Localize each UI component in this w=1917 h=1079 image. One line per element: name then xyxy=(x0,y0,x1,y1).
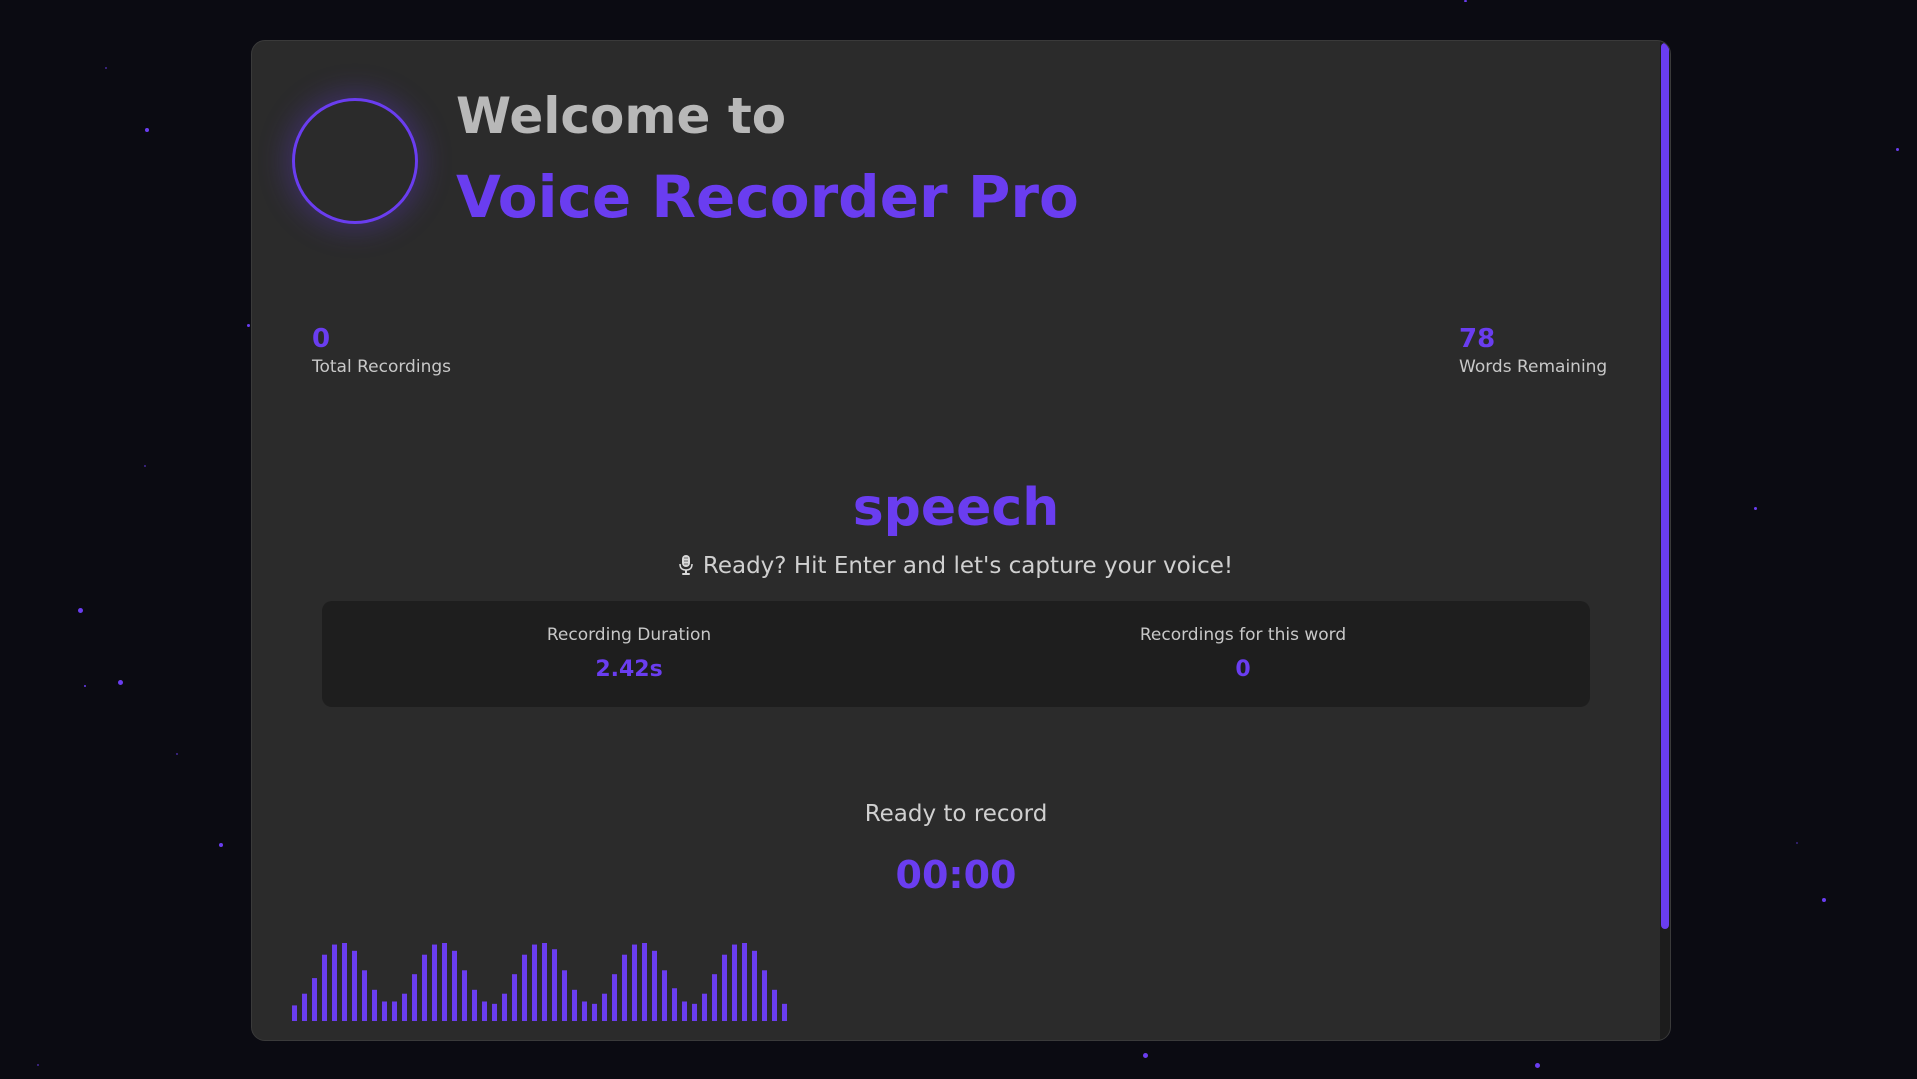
word-recordings-info: Recordings for this word 0 xyxy=(1043,623,1443,683)
particle xyxy=(84,685,86,687)
waveform-bar xyxy=(522,954,527,1021)
waveform-bar xyxy=(692,1003,697,1021)
record-prompt-text: Ready? Hit Enter and let's capture your … xyxy=(702,553,1234,579)
waveform-bar xyxy=(722,954,727,1021)
waveform-bar xyxy=(622,954,627,1021)
waveform-bar xyxy=(772,989,777,1021)
particle xyxy=(145,128,149,132)
scrollbar-thumb[interactable] xyxy=(1661,43,1669,929)
waveform-bar xyxy=(512,974,517,1021)
total-recordings-stat: 0 Total Recordings xyxy=(312,323,451,379)
waveform-bar xyxy=(572,989,577,1021)
total-recordings-label: Total Recordings xyxy=(312,357,451,377)
waveform-bar xyxy=(452,950,457,1021)
scrollbar-track[interactable] xyxy=(1660,41,1670,1040)
waveform-bar xyxy=(502,993,507,1021)
waveform-bar xyxy=(642,943,647,1021)
current-word: speech xyxy=(852,478,1060,538)
waveform-bar xyxy=(322,954,327,1021)
particle xyxy=(1896,148,1899,151)
waveform-bar xyxy=(432,944,437,1021)
words-remaining-label: Words Remaining xyxy=(1459,357,1608,377)
waveform-bar xyxy=(342,943,347,1021)
microphone-icon xyxy=(679,555,693,575)
words-remaining-stat: 78 Words Remaining xyxy=(1459,323,1607,379)
waveform-bar xyxy=(372,989,377,1021)
particle xyxy=(219,843,223,847)
ring-logo-icon xyxy=(292,98,418,224)
waveform-bar xyxy=(602,993,607,1021)
waveform-bar xyxy=(782,1003,787,1021)
waveform-bar xyxy=(552,949,557,1021)
waveform-bar xyxy=(662,970,667,1021)
waveform-bar xyxy=(332,944,337,1021)
particle xyxy=(78,608,83,613)
waveform-bar xyxy=(752,950,757,1021)
particle xyxy=(105,67,107,69)
waveform-bar xyxy=(672,988,677,1021)
waveform-bar xyxy=(462,970,467,1021)
waveform-bar xyxy=(362,970,367,1021)
particle xyxy=(118,680,123,685)
app-background: Welcome to Voice Recorder Pro 0 Total Re… xyxy=(0,0,1917,1079)
waveform-bar xyxy=(482,1001,487,1021)
waveform-bar xyxy=(312,978,317,1021)
welcome-heading: Welcome to xyxy=(456,87,787,145)
duration-info: Recording Duration 2.42s xyxy=(429,623,829,683)
waveform-bar xyxy=(562,970,567,1021)
recorder-card: Welcome to Voice Recorder Pro 0 Total Re… xyxy=(251,40,1671,1041)
particle xyxy=(247,324,250,327)
waveform-bar xyxy=(742,943,747,1021)
waveform-bar xyxy=(402,993,407,1021)
waveform-bar xyxy=(632,944,637,1021)
words-remaining-value: 78 xyxy=(1459,324,1496,354)
particle xyxy=(1796,842,1798,844)
waveform-bar xyxy=(442,943,447,1021)
particle xyxy=(37,1064,39,1066)
record-prompt: Ready? Hit Enter and let's capture your … xyxy=(252,553,1660,579)
waveform-bar xyxy=(532,944,537,1021)
duration-label: Recording Duration xyxy=(546,625,712,645)
waveform-bar xyxy=(702,993,707,1021)
waveform-bar xyxy=(352,950,357,1021)
waveform-bar xyxy=(302,993,307,1021)
waveform-bar xyxy=(592,1003,597,1021)
recording-status: Ready to record xyxy=(864,801,1048,827)
particle xyxy=(1535,1063,1540,1068)
recording-timer: 00:00 xyxy=(895,853,1017,897)
waveform-bar xyxy=(652,950,657,1021)
waveform-bar xyxy=(542,943,547,1021)
waveform-bar xyxy=(582,1001,587,1021)
waveform-bar xyxy=(412,974,417,1021)
particle xyxy=(1464,0,1467,2)
particle xyxy=(1143,1053,1148,1058)
word-recordings-value: 0 xyxy=(1235,657,1251,682)
waveform-bar xyxy=(472,989,477,1021)
audio-waveform xyxy=(292,943,787,1021)
app-title: Voice Recorder Pro xyxy=(456,163,1079,231)
waveform-bar xyxy=(292,1005,297,1021)
duration-value: 2.42s xyxy=(595,657,663,682)
particle xyxy=(1754,507,1757,510)
waveform-bar xyxy=(762,970,767,1021)
recording-info-panel: Recording Duration 2.42s Recordings for … xyxy=(322,601,1590,707)
waveform-bar xyxy=(732,944,737,1021)
total-recordings-value: 0 xyxy=(312,324,331,354)
waveform-bar xyxy=(392,1001,397,1021)
waveform-bar xyxy=(422,954,427,1021)
waveform-bar xyxy=(382,1001,387,1021)
waveform-bar xyxy=(682,1001,687,1021)
waveform-bar xyxy=(492,1003,497,1021)
particle xyxy=(1822,898,1826,902)
waveform-bar xyxy=(612,974,617,1021)
word-recordings-label: Recordings for this word xyxy=(1139,625,1347,645)
particle xyxy=(144,465,146,467)
particle xyxy=(176,753,178,755)
waveform-bar xyxy=(712,974,717,1021)
